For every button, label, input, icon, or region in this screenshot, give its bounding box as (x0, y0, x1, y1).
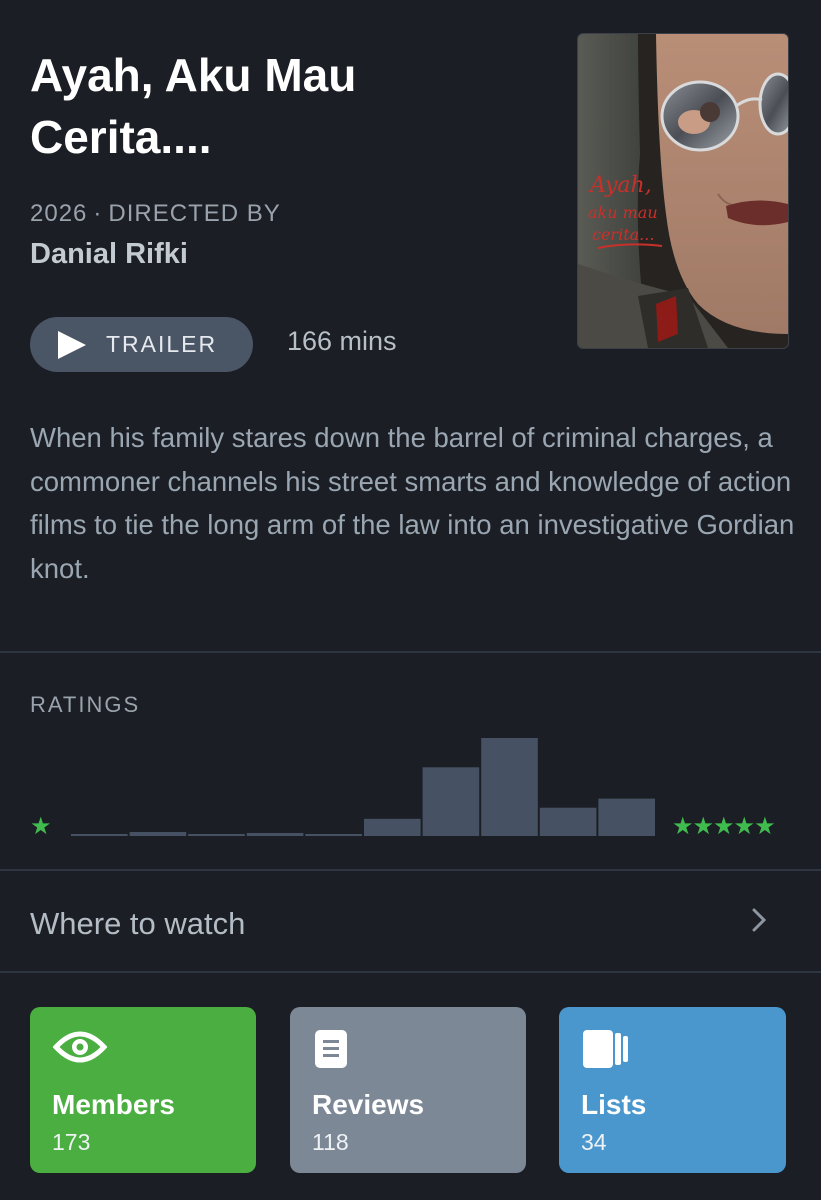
lists-icon (583, 1030, 628, 1068)
histogram-bar-1.5[interactable] (188, 834, 245, 836)
directed-by-label: DIRECTED BY (108, 200, 281, 227)
histogram-bar-4[interactable] (481, 738, 538, 836)
histogram-bar-1[interactable] (129, 831, 187, 836)
histogram-bar-2[interactable] (246, 832, 304, 836)
five-star-icon: ★★★★★ (672, 813, 776, 840)
lists-count: 34 (581, 1129, 607, 1155)
chevron-right-icon (752, 908, 767, 932)
divider (0, 651, 821, 653)
reviews-card[interactable]: Reviews 118 (290, 1007, 526, 1173)
one-star-icon: ★ (30, 813, 52, 840)
eye-icon (52, 1031, 108, 1063)
film-poster[interactable]: Ayah, aku mau cerita... (577, 33, 789, 349)
poster-title-line-2: aku mau (588, 203, 658, 222)
synopsis: When his family stares down the barrel o… (30, 422, 795, 584)
histogram-bar-0.5[interactable] (71, 834, 128, 836)
ratings-label: RATINGS (30, 692, 141, 717)
histogram-bar-5[interactable] (598, 798, 655, 836)
film-meta: 2026 · DIRECTED BY (30, 200, 281, 228)
members-count: 173 (52, 1129, 91, 1155)
director-name[interactable]: Danial Rifki (30, 238, 188, 271)
reviews-count: 118 (312, 1129, 349, 1155)
reviews-label: Reviews (312, 1089, 425, 1120)
where-to-watch-row[interactable]: Where to watch (0, 872, 821, 972)
where-to-watch-label: Where to watch (30, 906, 246, 941)
film-title: Ayah, Aku Mau Cerita.... (30, 49, 357, 163)
ratings-histogram[interactable] (70, 720, 656, 836)
poster-title-line-1: Ayah, (588, 173, 652, 198)
trailer-button[interactable]: TRAILER (30, 317, 253, 372)
separator-dot: · (93, 200, 103, 227)
histogram-bar-3.5[interactable] (422, 767, 480, 836)
members-label: Members (52, 1089, 175, 1120)
histogram-bar-2.5[interactable] (305, 833, 362, 836)
lists-card[interactable]: Lists 34 (559, 1007, 786, 1173)
runtime: 166 mins (287, 326, 397, 356)
play-icon (58, 330, 86, 359)
histogram-bar-4.5[interactable] (539, 807, 597, 836)
poster-title-line-3: cerita... (592, 225, 654, 244)
lists-label: Lists (581, 1089, 647, 1120)
histogram-bar-3[interactable] (364, 818, 421, 836)
film-year[interactable]: 2026 (30, 200, 87, 227)
divider (0, 971, 821, 973)
document-icon (315, 1030, 347, 1068)
poster-artwork: Ayah, aku mau cerita... (578, 34, 788, 348)
members-card[interactable]: Members 173 (30, 1007, 256, 1173)
trailer-label: TRAILER (106, 331, 218, 357)
divider (0, 869, 821, 871)
